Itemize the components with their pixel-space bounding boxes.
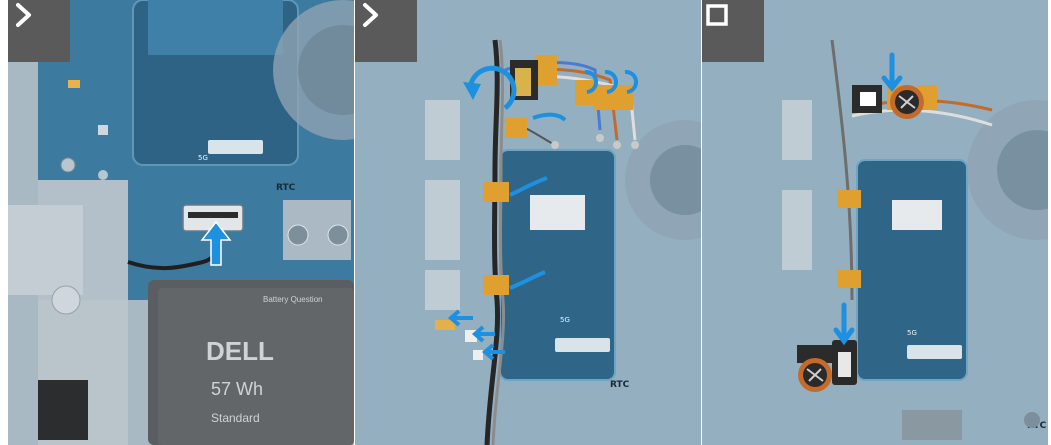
- band-label: 5G: [560, 316, 570, 324]
- battery-question-label: Battery Question: [263, 295, 323, 304]
- tape: [593, 85, 613, 110]
- tape: [837, 270, 861, 288]
- step-3-illustration: 5G RTC: [702, 0, 1048, 445]
- rtc-label: RTC: [276, 183, 296, 193]
- band-label: 5G: [198, 154, 208, 162]
- tape: [613, 85, 633, 110]
- band-label: 5G: [907, 329, 917, 337]
- battery-capacity: 57 Wh: [211, 379, 263, 399]
- step-badge: [8, 0, 70, 62]
- dell-logo: DELL: [206, 336, 274, 366]
- step-2-panel: 5G RTC: [355, 0, 701, 445]
- step-1-panel: DELL 57 Wh Standard Battery Question RTC…: [8, 0, 354, 445]
- tape: [483, 182, 509, 202]
- stop-square-icon: [706, 4, 728, 26]
- chevron-right-icon: [363, 3, 378, 27]
- battery-type: Standard: [211, 411, 260, 425]
- step-3-panel: 5G RTC: [702, 0, 1048, 445]
- tape: [837, 190, 861, 208]
- rtc-label: RTC: [610, 380, 630, 390]
- step-1-illustration: DELL 57 Wh Standard Battery Question RTC…: [8, 0, 354, 445]
- tape: [505, 118, 527, 138]
- step-2-illustration: 5G RTC: [355, 0, 701, 445]
- label-sticker: [530, 195, 585, 230]
- tape: [535, 55, 557, 85]
- step-badge: [355, 0, 417, 62]
- tape: [483, 275, 509, 295]
- label-sticker: [892, 200, 942, 230]
- chevron-right-icon: [16, 3, 31, 27]
- step-badge: [702, 0, 764, 62]
